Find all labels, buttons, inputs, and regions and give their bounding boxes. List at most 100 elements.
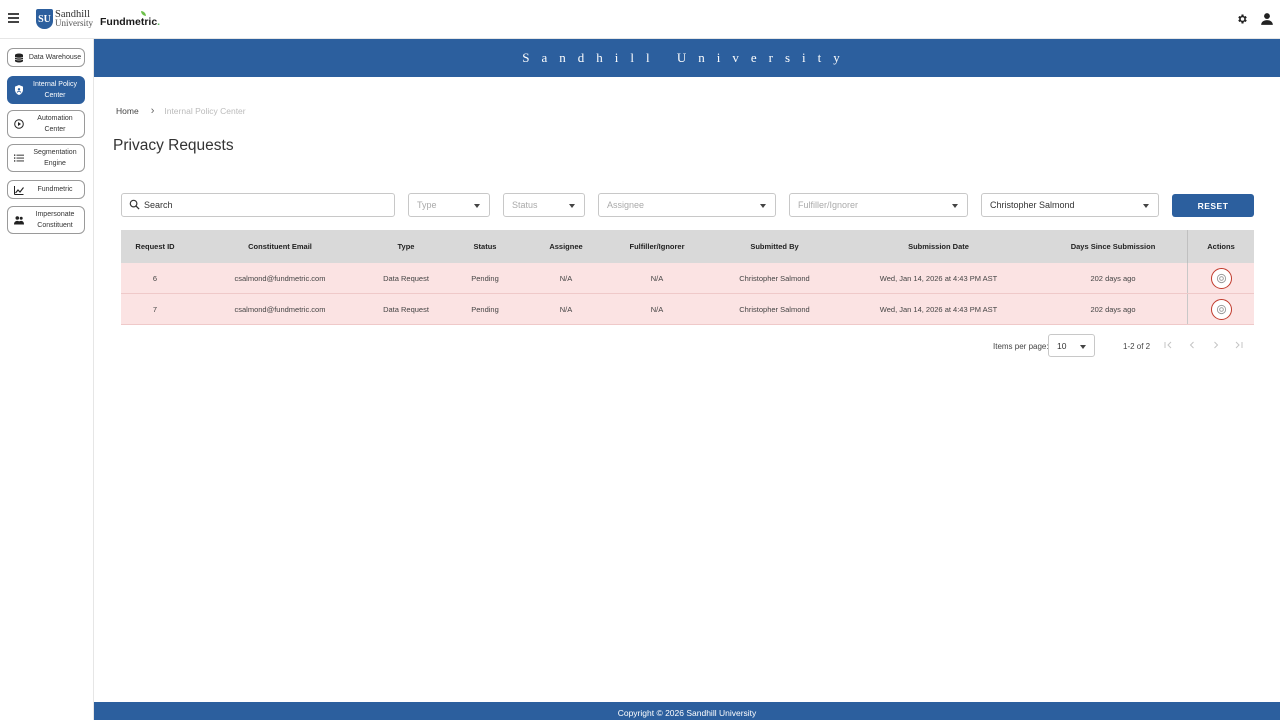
cell-email: csalmond@fundmetric.com bbox=[234, 273, 326, 283]
page-range-label: 1-2 of 2 bbox=[1123, 342, 1151, 351]
gear-outline-icon bbox=[1216, 273, 1226, 283]
cell-status: Pending bbox=[471, 273, 499, 283]
cell-email: csalmond@fundmetric.com bbox=[234, 304, 326, 314]
column-header: Actions bbox=[1187, 230, 1254, 263]
type-select[interactable]: Type bbox=[408, 193, 490, 217]
people-icon bbox=[14, 216, 24, 225]
sidebar: Data Warehouse Internal Policy Center Au… bbox=[0, 39, 94, 720]
next-page-icon[interactable] bbox=[1211, 340, 1221, 350]
search-input[interactable]: Search bbox=[121, 193, 395, 217]
cell-days-since: 202 days ago bbox=[1090, 304, 1136, 314]
sidebar-item-label: Data Warehouse bbox=[28, 54, 82, 61]
sidebar-item-label: Fundmetric bbox=[37, 186, 73, 193]
column-header[interactable]: Constituent Email bbox=[189, 242, 371, 251]
sidebar-item-label: Automation Center bbox=[37, 115, 73, 133]
table-row[interactable]: 7 csalmond@fundmetric.com Data Request P… bbox=[121, 294, 1254, 325]
submitted-by-select[interactable]: Christopher Salmond bbox=[981, 193, 1159, 217]
logo-line-2: University bbox=[55, 18, 93, 28]
gear-icon[interactable] bbox=[1236, 13, 1248, 25]
previous-page-icon[interactable] bbox=[1187, 340, 1197, 350]
fulfiller-select[interactable]: Fulfiller/Ignorer bbox=[789, 193, 968, 217]
cell-type: Data Request bbox=[383, 304, 429, 314]
caret-down-icon bbox=[474, 204, 480, 208]
cell-submitted-by: Christopher Salmond bbox=[739, 304, 810, 314]
cell-submission-date: Wed, Jan 14, 2026 at 4:43 PM AST bbox=[879, 273, 998, 283]
reset-button[interactable]: RESET bbox=[1172, 194, 1254, 217]
cell-days-since: 202 days ago bbox=[1090, 273, 1136, 283]
column-header[interactable]: Days Since Submission bbox=[1039, 242, 1187, 251]
sidebar-item-label: Impersonate Constituent bbox=[35, 211, 75, 229]
sidebar-item-segmentation-engine[interactable]: Segmentation Engine bbox=[7, 144, 85, 172]
last-page-icon[interactable] bbox=[1234, 340, 1244, 350]
column-header[interactable]: Assignee bbox=[529, 242, 603, 251]
cell-fulfiller: N/A bbox=[650, 304, 664, 314]
cell-request-id: 6 bbox=[152, 273, 158, 283]
sidebar-item-internal-policy-center[interactable]: Internal Policy Center bbox=[7, 76, 85, 104]
cell-actions bbox=[1187, 263, 1254, 293]
column-header[interactable]: Status bbox=[441, 242, 529, 251]
university-banner: Sandhill University bbox=[94, 39, 1280, 77]
status-select[interactable]: Status bbox=[503, 193, 585, 217]
column-header[interactable]: Request ID bbox=[121, 242, 189, 251]
crest-icon: SU bbox=[36, 9, 53, 29]
privacy-requests-table: Request ID Constituent Email Type Status… bbox=[121, 230, 1254, 325]
view-request-button[interactable] bbox=[1210, 267, 1232, 289]
caret-down-icon bbox=[569, 204, 575, 208]
top-bar: SU Sandhill University Fundmetric. bbox=[0, 0, 1280, 39]
user-account-icon[interactable] bbox=[1260, 11, 1274, 27]
fundmetric-logo[interactable]: Fundmetric. bbox=[100, 16, 160, 28]
sandhill-university-logo[interactable]: SU Sandhill University bbox=[36, 9, 93, 29]
cell-type: Data Request bbox=[383, 273, 429, 283]
search-icon bbox=[129, 199, 140, 210]
cell-fulfiller: N/A bbox=[650, 273, 664, 283]
cell-submission-date: Wed, Jan 14, 2026 at 4:43 PM AST bbox=[879, 304, 998, 314]
sidebar-item-fundmetric[interactable]: Fundmetric bbox=[7, 180, 85, 199]
cell-submitted-by: Christopher Salmond bbox=[739, 273, 810, 283]
caret-down-icon bbox=[1143, 204, 1149, 208]
cell-assignee: N/A bbox=[559, 304, 573, 314]
fundmetric-logo-text: Fundmetric bbox=[100, 16, 158, 28]
sidebar-item-label: Segmentation Engine bbox=[33, 149, 77, 167]
column-header[interactable]: Submitted By bbox=[711, 242, 838, 251]
column-header[interactable]: Submission Date bbox=[838, 242, 1039, 251]
submitted-by-select-value: Christopher Salmond bbox=[990, 200, 1075, 210]
fundmetric-logo-dot: . bbox=[157, 16, 161, 28]
breadcrumb-current: Internal Policy Center bbox=[164, 106, 246, 116]
first-page-icon[interactable] bbox=[1163, 340, 1173, 350]
column-header[interactable]: Type bbox=[371, 242, 441, 251]
shield-icon bbox=[15, 85, 23, 95]
chart-icon bbox=[14, 185, 24, 195]
sidebar-item-automation-center[interactable]: Automation Center bbox=[7, 110, 85, 138]
items-per-page-label: Items per page: bbox=[993, 342, 1049, 351]
fulfiller-select-placeholder: Fulfiller/Ignorer bbox=[798, 200, 859, 210]
table-row[interactable]: 6 csalmond@fundmetric.com Data Request P… bbox=[121, 263, 1254, 294]
menu-icon[interactable] bbox=[8, 13, 19, 23]
assignee-select-placeholder: Assignee bbox=[607, 200, 645, 210]
search-input-text: Search bbox=[144, 200, 173, 210]
database-icon bbox=[14, 53, 24, 62]
gear-outline-icon bbox=[1216, 304, 1226, 314]
caret-down-icon bbox=[760, 204, 766, 208]
items-per-page-value: 10 bbox=[1057, 341, 1067, 351]
status-select-placeholder: Status bbox=[512, 200, 538, 210]
cell-actions bbox=[1187, 294, 1254, 324]
footer: Copyright © 2026 Sandhill University bbox=[94, 702, 1280, 720]
column-header[interactable]: Fulfiller/Ignorer bbox=[603, 242, 711, 251]
items-per-page-select[interactable]: 10 bbox=[1048, 334, 1095, 357]
list-icon bbox=[14, 154, 24, 162]
cell-status: Pending bbox=[471, 304, 499, 314]
play-circle-icon bbox=[14, 119, 24, 129]
assignee-select[interactable]: Assignee bbox=[598, 193, 776, 217]
view-request-button[interactable] bbox=[1210, 298, 1232, 320]
cell-assignee: N/A bbox=[559, 273, 573, 283]
caret-down-icon bbox=[1080, 345, 1086, 349]
page-title: Privacy Requests bbox=[113, 137, 234, 154]
table-header: Request ID Constituent Email Type Status… bbox=[121, 230, 1254, 263]
sidebar-item-data-warehouse[interactable]: Data Warehouse bbox=[7, 48, 85, 67]
sidebar-item-impersonate-constituent[interactable]: Impersonate Constituent bbox=[7, 206, 85, 234]
breadcrumb-home[interactable]: Home bbox=[116, 106, 139, 116]
cell-request-id: 7 bbox=[152, 304, 158, 314]
type-select-placeholder: Type bbox=[417, 200, 437, 210]
sidebar-item-label: Internal Policy Center bbox=[33, 81, 77, 99]
caret-down-icon bbox=[952, 204, 958, 208]
